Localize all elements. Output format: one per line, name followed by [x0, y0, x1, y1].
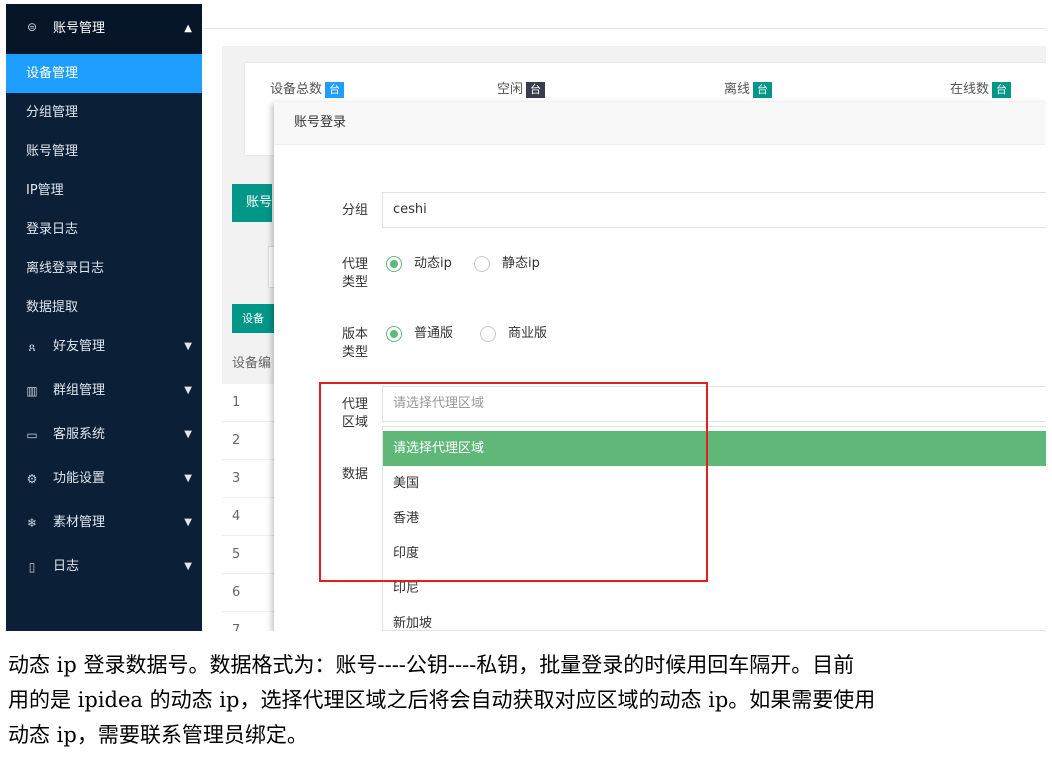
radio-label: 静态ip [502, 256, 540, 271]
sidebar-item-label: 离线登录日志 [26, 261, 105, 276]
stat-total: 设备总数台 [270, 78, 345, 98]
sidebar-item-label: 分组管理 [26, 105, 79, 120]
sidebar-group-settings[interactable]: ⚙ 功能设置 ▼ [6, 457, 202, 501]
radio-label: 普通版 [414, 326, 454, 341]
sidebar-item-label: 设备管理 [26, 66, 79, 81]
group-field[interactable]: ceshi [382, 192, 1046, 228]
sidebar-section-account[interactable]: ⊜ 账号管理 ▲ [6, 4, 202, 54]
chevron-down-icon: ▼ [184, 385, 192, 396]
stat-unit-badge: 台 [526, 82, 546, 98]
snowflake-icon: ❄ [26, 516, 38, 530]
caption-line: 动态 ip，需要联系管理员绑定。 [8, 723, 308, 747]
sidebar-group-friends[interactable]: ጸ 好友管理 ▼ [6, 325, 202, 369]
account-button[interactable]: 账号 [232, 184, 272, 222]
stat-unit-badge: 台 [753, 82, 773, 98]
sidebar-group-materials[interactable]: ❄ 素材管理 ▼ [6, 501, 202, 545]
chevron-down-icon: ▼ [184, 341, 192, 352]
sidebar-group-logs[interactable]: ▯ 日志 ▼ [6, 545, 202, 589]
window-icon: ▭ [26, 428, 38, 442]
radio-checked-icon [386, 326, 402, 342]
chevron-up-icon: ▲ [184, 23, 192, 34]
stat-label: 空闲 [497, 82, 524, 97]
gear-icon: ⚙ [26, 472, 38, 486]
radio-label: 商业版 [508, 326, 548, 341]
proxy-type-label: 代理 类型 [341, 257, 368, 290]
sidebar-item-login-log[interactable]: 登录日志 [6, 210, 202, 249]
sidebar-item-label: IP管理 [26, 183, 64, 198]
caption-line: 用的是 ipidea 的动态 ip，选择代理区域之后将会自动获取对应区域的动态 … [8, 688, 876, 712]
sidebar-item-label: 登录日志 [26, 222, 79, 237]
stat-online: 在线数台 [950, 78, 1012, 98]
sidebar-group-label: 好友管理 [53, 339, 106, 354]
stat-idle: 空闲台 [497, 78, 546, 98]
chevron-down-icon: ▼ [184, 517, 192, 528]
modal-header: 账号登录 [274, 102, 1046, 145]
caption-line: 动态 ip 登录数据号。数据格式为：账号----公钥----私钥，批量登录的时候… [8, 653, 855, 677]
stat-label: 设备总数 [270, 82, 323, 97]
group-label: 分组 [341, 203, 368, 218]
sidebar-item-account[interactable]: 账号管理 [6, 132, 202, 171]
highlight-box [319, 382, 708, 582]
sidebar-group-groups[interactable]: ▥ 群组管理 ▼ [6, 369, 202, 413]
sidebar-item-label: 账号管理 [26, 144, 79, 159]
sidebar-section-label: 账号管理 [53, 21, 106, 36]
chevron-down-icon: ▼ [184, 473, 192, 484]
chevron-down-icon: ▼ [184, 429, 192, 440]
file-icon: ▯ [28, 560, 36, 574]
stat-unit-badge: 台 [325, 82, 345, 98]
stat-label: 在线数 [950, 82, 990, 97]
sidebar-item-device[interactable]: 设备管理 [6, 54, 202, 93]
group-icon: ▥ [26, 384, 38, 398]
sidebar-group-label: 客服系统 [53, 427, 106, 442]
chevron-down-icon: ▼ [184, 561, 192, 572]
sidebar: ⊜ 账号管理 ▲ 设备管理 分组管理 账号管理 IP管理 登录日志 离线登录日志… [6, 4, 202, 631]
top-bar [202, 4, 1046, 29]
sidebar-group-service[interactable]: ▭ 客服系统 ▼ [6, 413, 202, 457]
radio-label: 动态ip [414, 256, 452, 271]
user-icon: ጸ [28, 340, 36, 354]
radio-unchecked-icon [474, 256, 490, 272]
sidebar-item-label: 数据提取 [26, 300, 79, 315]
sidebar-group-label: 日志 [53, 559, 80, 574]
region-option[interactable]: 新加坡 [383, 606, 1046, 630]
cloud-icon: ⊜ [26, 20, 38, 34]
radio-unchecked-icon [480, 326, 496, 342]
caption: 动态 ip 登录数据号。数据格式为：账号----公钥----私钥，批量登录的时候… [8, 648, 1048, 753]
modal-title: 账号登录 [294, 115, 347, 130]
sidebar-group-label: 功能设置 [53, 471, 106, 486]
radio-checked-icon [386, 256, 402, 272]
version-type-label: 版本 类型 [341, 327, 368, 360]
sidebar-item-offline-log[interactable]: 离线登录日志 [6, 249, 202, 288]
sidebar-item-group[interactable]: 分组管理 [6, 93, 202, 132]
stat-unit-badge: 台 [992, 82, 1012, 98]
stat-label: 离线 [724, 82, 751, 97]
stat-offline: 离线台 [724, 78, 773, 98]
screenshot: ⊜ 账号管理 ▲ 设备管理 分组管理 账号管理 IP管理 登录日志 离线登录日志… [6, 4, 1046, 631]
sidebar-group-label: 群组管理 [53, 383, 106, 398]
sidebar-group-label: 素材管理 [53, 515, 106, 530]
sidebar-item-ip[interactable]: IP管理 [6, 171, 202, 210]
sidebar-item-data-extract[interactable]: 数据提取 [6, 288, 202, 327]
